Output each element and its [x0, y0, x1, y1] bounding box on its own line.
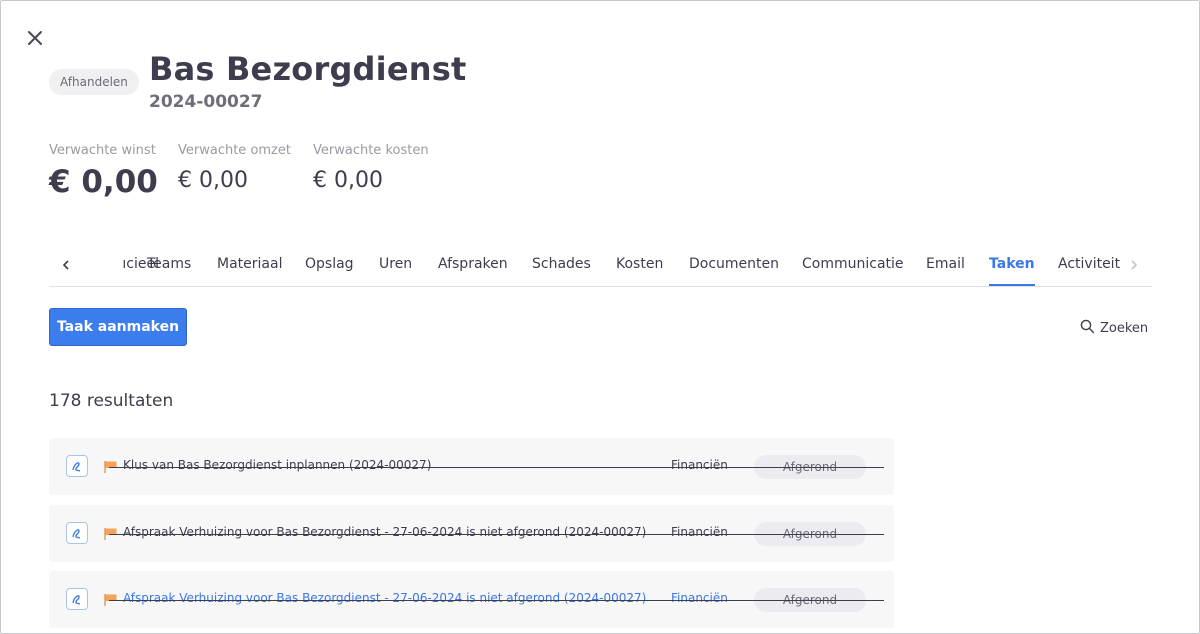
tab-communicatie[interactable]: Communicatie — [802, 256, 904, 284]
task-row[interactable]: Klus van Bas Bezorgdienst inplannen (202… — [49, 438, 894, 495]
strikethrough-line — [109, 534, 884, 535]
task-type-icon[interactable] — [66, 588, 88, 610]
task-type-icon[interactable] — [66, 455, 88, 477]
tab-opslag[interactable]: Opslag — [305, 256, 354, 284]
stat-value: € 0,00 — [49, 164, 158, 200]
stat-label: Verwachte kosten — [313, 143, 429, 158]
project-number: 2024-00027 — [149, 92, 263, 112]
stat-expected-revenue: Verwachte omzet € 0,00 — [178, 143, 291, 193]
close-icon[interactable] — [25, 28, 45, 48]
task-row[interactable]: Afspraak Verhuizing voor Bas Bezorgdiens… — [49, 505, 894, 562]
tab-afspraken[interactable]: Afspraken — [438, 256, 508, 284]
stat-label: Verwachte winst — [49, 143, 156, 158]
status-badge: Afhandelen — [49, 69, 139, 95]
stat-expected-costs: Verwachte kosten € 0,00 — [313, 143, 429, 193]
task-title: Afspraak Verhuizing voor Bas Bezorgdiens… — [123, 591, 647, 605]
chevron-right-icon[interactable] — [1127, 257, 1141, 276]
stat-label: Verwachte omzet — [178, 143, 291, 158]
tab-teams[interactable]: Teams — [147, 256, 191, 284]
task-title: Klus van Bas Bezorgdienst inplannen (202… — [123, 458, 432, 472]
task-type-icon[interactable] — [66, 522, 88, 544]
tab-uren[interactable]: Uren — [379, 256, 412, 284]
stat-value: € 0,00 — [178, 168, 248, 193]
tab-email[interactable]: Email — [926, 256, 965, 284]
tab-kosten[interactable]: Kosten — [616, 256, 663, 284]
strikethrough-line — [109, 467, 884, 468]
results-count: 178 resultaten — [49, 391, 174, 411]
task-category: Financiën — [671, 458, 728, 472]
tab-schades[interactable]: Schades — [532, 256, 591, 284]
chevron-left-icon[interactable] — [59, 257, 73, 276]
task-category: Financiën — [671, 525, 728, 539]
tab-documenten[interactable]: Documenten — [689, 256, 779, 284]
task-title: Afspraak Verhuizing voor Bas Bezorgdiens… — [123, 525, 647, 539]
task-row[interactable]: Afspraak Verhuizing voor Bas Bezorgdiens… — [49, 571, 894, 628]
tab-bar: ıcieel Teams Materiaal Opslag Uren Afspr… — [49, 250, 1152, 287]
tab-materiaal[interactable]: Materiaal — [217, 256, 282, 284]
strikethrough-line — [109, 600, 884, 601]
search-label: Zoeken — [1100, 320, 1149, 336]
task-category: Financiën — [671, 591, 728, 605]
page-title: Bas Bezorgdienst — [149, 50, 467, 88]
tab-taken[interactable]: Taken — [989, 256, 1035, 286]
stat-expected-profit: Verwachte winst € 0,00 — [49, 143, 158, 200]
create-task-button[interactable]: Taak aanmaken — [49, 308, 187, 346]
tab-activiteit[interactable]: Activiteit — [1058, 256, 1120, 284]
search-icon — [1080, 319, 1095, 338]
search-button[interactable]: Zoeken — [1080, 319, 1148, 337]
stat-value: € 0,00 — [313, 168, 383, 193]
